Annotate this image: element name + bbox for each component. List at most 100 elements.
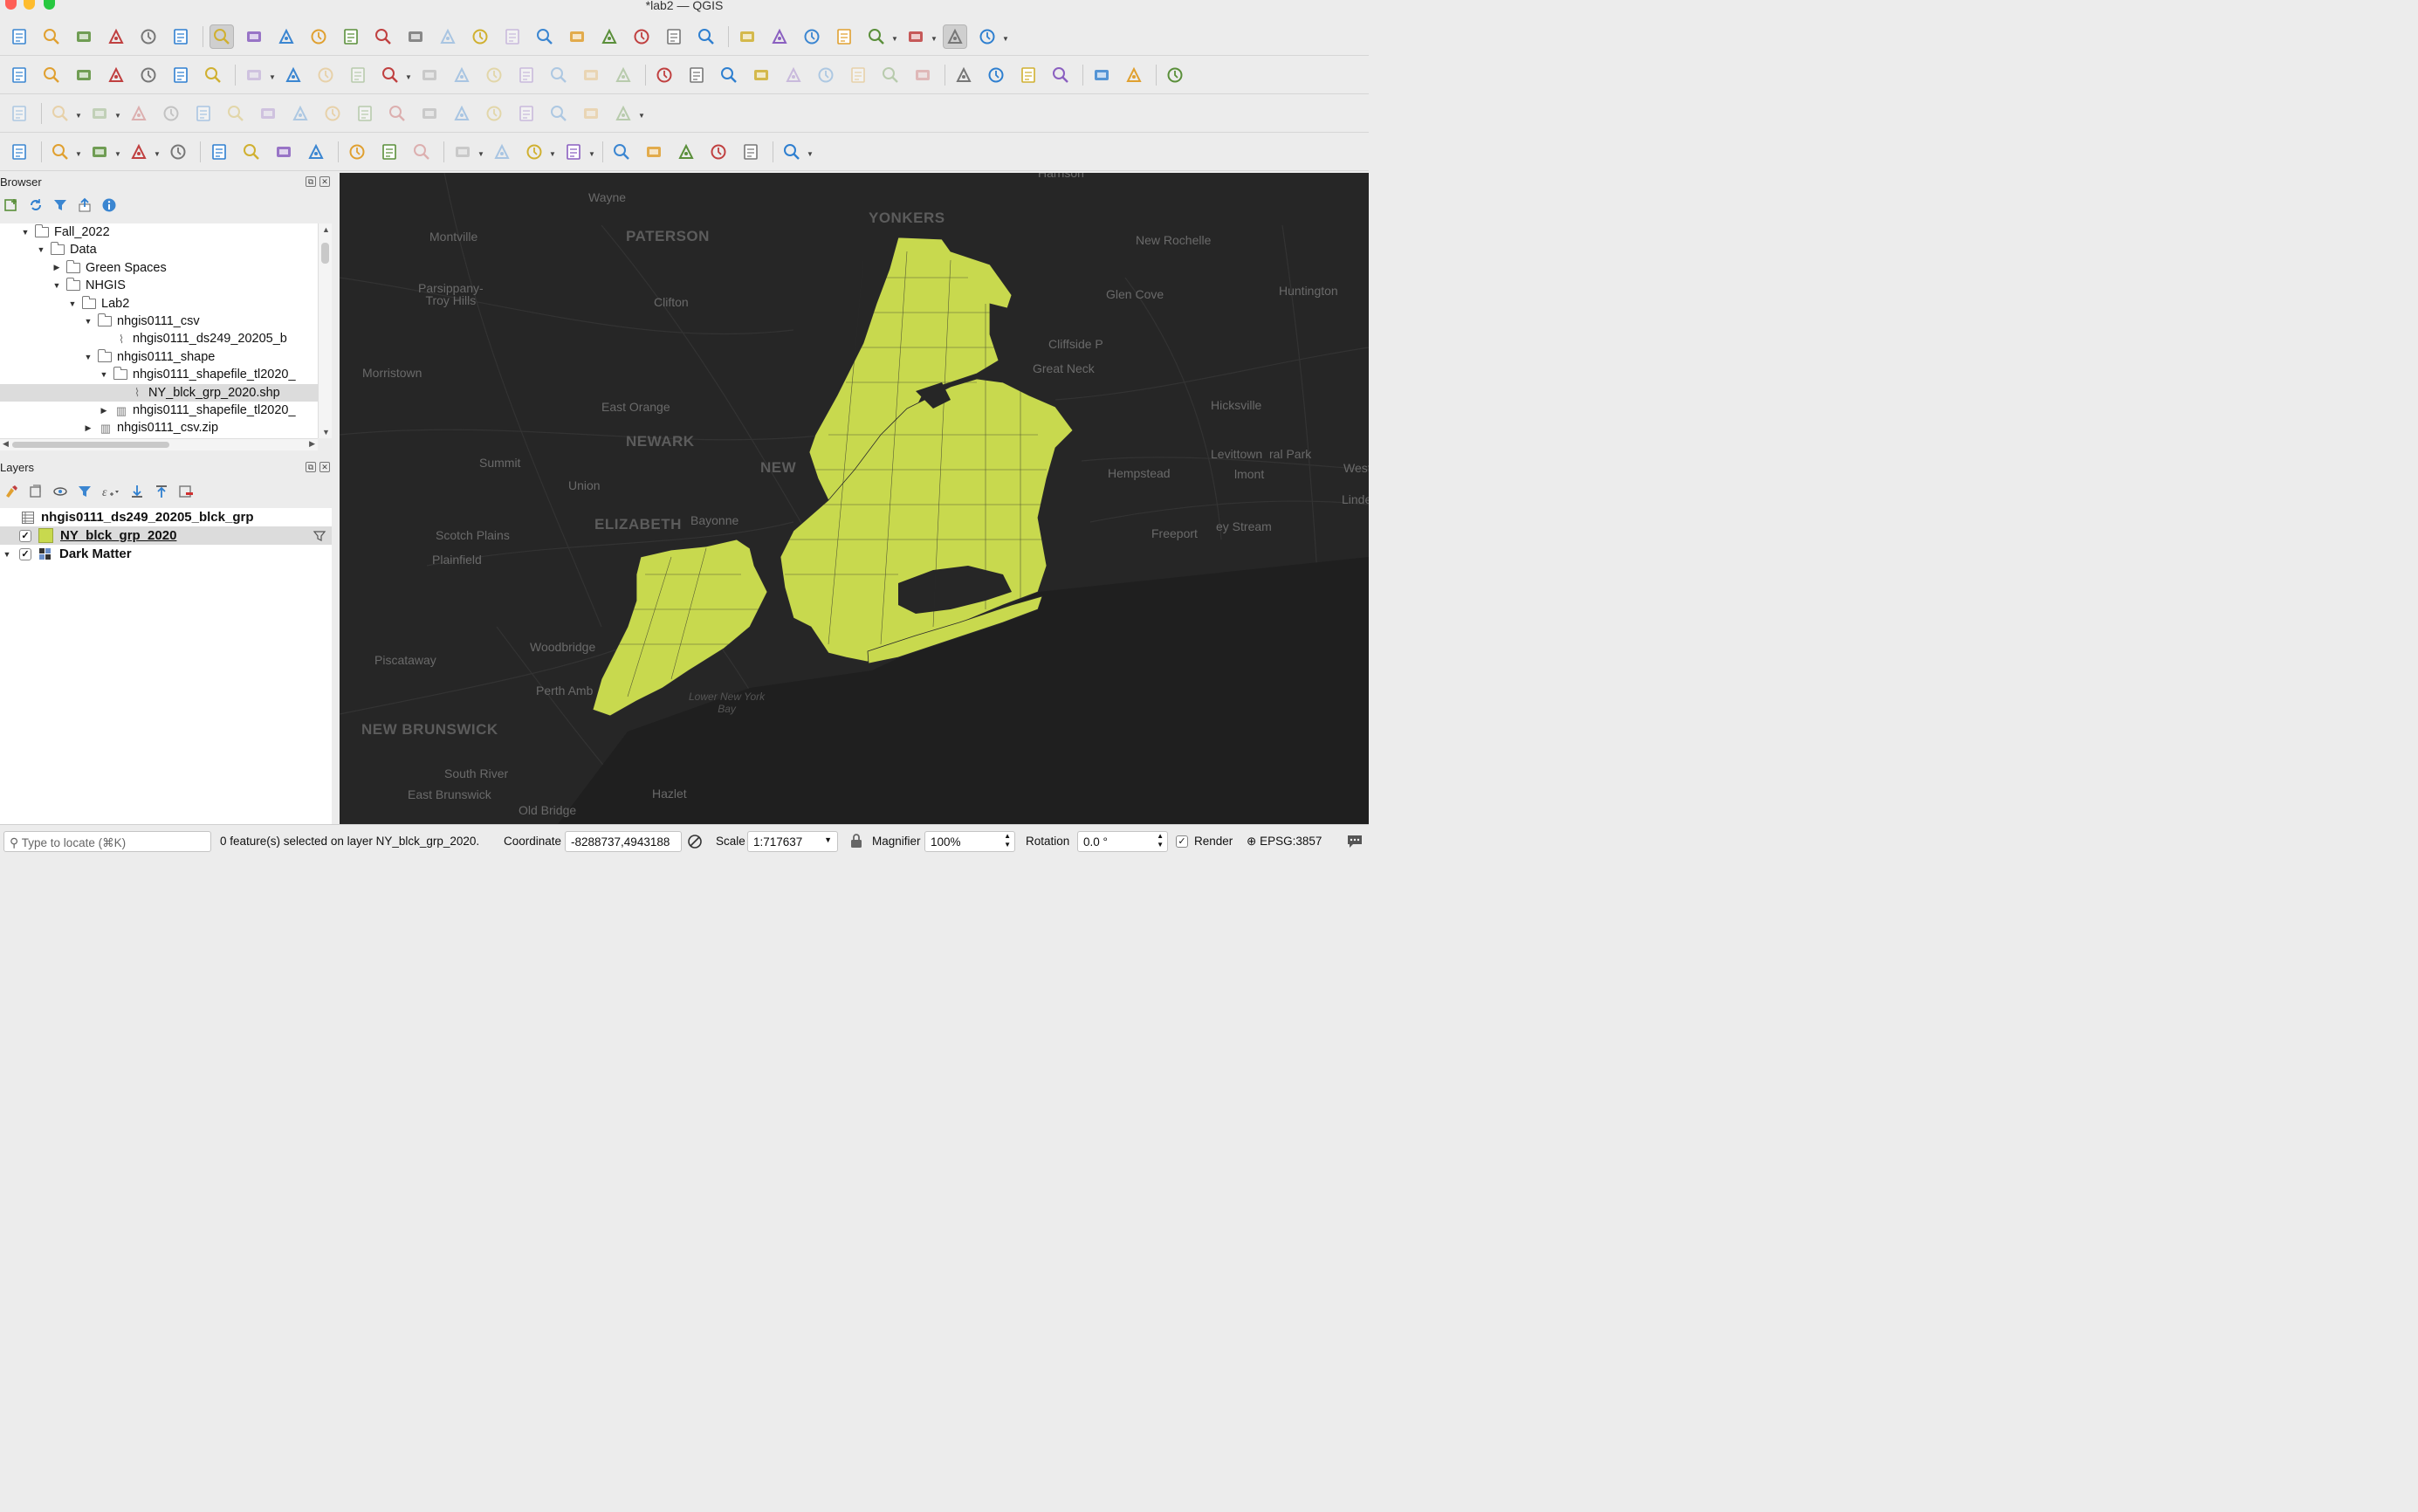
collapse-arrow-icon[interactable]: ▼ [37, 245, 45, 254]
scroll-right-icon[interactable]: ▶ [309, 439, 315, 449]
identify-icon[interactable] [735, 24, 759, 49]
highlight-labels-icon[interactable] [749, 63, 773, 87]
chevron-down-icon[interactable]: ▼ [807, 150, 814, 158]
new-geopackage-layer-icon[interactable] [39, 63, 64, 87]
manage-visibility-icon[interactable] [52, 484, 68, 499]
browser-tree-item[interactable]: ▶ ▥ nhgis0111_shapefile_tl2020_ [0, 402, 318, 419]
help-icon[interactable] [1163, 63, 1187, 87]
graph-icon[interactable] [1122, 63, 1146, 87]
chevron-down-icon[interactable]: ▼ [269, 73, 276, 81]
zoom-next-icon[interactable] [500, 24, 525, 49]
collapse-arrow-icon[interactable]: ▼ [21, 228, 30, 237]
open-layer-styling-icon[interactable] [3, 484, 19, 499]
browser-tree[interactable]: ▼ Fall_2022 ▼ Data ▶ Green Spaces ▼ NHGIS ▼ Lab2 ▼… [0, 223, 318, 438]
web-plugin-icon[interactable] [1048, 63, 1073, 87]
attribute-table-icon[interactable] [767, 24, 792, 49]
toggle-extents-icon[interactable] [686, 833, 704, 850]
add-selected-layers-icon[interactable] [3, 197, 19, 213]
browser-horizontal-scrollbar[interactable]: ◀ ▶ [0, 438, 318, 450]
copy-features-icon[interactable] [514, 63, 539, 87]
float-panel-icon[interactable]: ⧉ [306, 176, 316, 187]
crs-button[interactable]: ⊕ EPSG:3857 [1247, 835, 1322, 849]
reshape-features-icon[interactable] [385, 101, 409, 126]
chevron-down-icon[interactable]: ▼ [114, 150, 121, 158]
expand-all-icon[interactable] [129, 484, 145, 499]
collapse-all-layers-icon[interactable] [154, 484, 169, 499]
add-ring-icon[interactable] [223, 101, 248, 126]
label-tool-4-icon[interactable] [878, 63, 903, 87]
messages-icon[interactable] [1346, 833, 1364, 849]
trace-icon[interactable] [207, 140, 231, 164]
collapse-arrow-icon[interactable]: ▼ [84, 353, 93, 361]
delete-selected-icon[interactable] [450, 63, 474, 87]
pan-to-selection-icon[interactable] [242, 24, 266, 49]
new-bookmark-icon[interactable] [597, 24, 622, 49]
vertex-tool-icon[interactable] [378, 63, 402, 87]
toggle-editing-icon[interactable] [281, 63, 306, 87]
filter-browser-icon[interactable] [52, 197, 68, 213]
lock-scale-icon[interactable] [849, 833, 863, 849]
new-3d-view-icon[interactable] [565, 24, 589, 49]
node-select-icon[interactable] [450, 140, 475, 164]
expand-arrow-icon[interactable]: ▶ [100, 406, 108, 416]
chevron-down-icon[interactable]: ▼ [549, 150, 556, 158]
layer-filter-icon[interactable] [313, 529, 326, 543]
new-print-layout-icon[interactable] [104, 24, 128, 49]
filter-legend-icon[interactable] [77, 484, 93, 499]
pin-labels-icon[interactable] [717, 63, 741, 87]
node-connect-icon[interactable] [674, 140, 698, 164]
save-project-icon[interactable] [72, 24, 96, 49]
diagram-icon[interactable] [684, 63, 709, 87]
chevron-down-icon[interactable]: ▼ [931, 35, 938, 43]
browser-tree-item[interactable]: ▼ Fall_2022 [0, 223, 318, 241]
python-icon[interactable] [1089, 63, 1114, 87]
multi-line-icon[interactable] [239, 140, 264, 164]
chevron-down-icon[interactable]: ▼ [405, 73, 412, 81]
add-feature-icon[interactable] [346, 63, 370, 87]
zoom-full-icon[interactable] [339, 24, 363, 49]
reshape-icon[interactable] [87, 101, 112, 126]
style-manager-icon[interactable] [168, 24, 193, 49]
label-tool-2-icon[interactable] [814, 63, 838, 87]
parallel-icon[interactable] [271, 140, 296, 164]
star-add-icon[interactable] [706, 140, 731, 164]
scroll-thumb[interactable] [321, 243, 329, 264]
chevron-down-icon[interactable]: ▼ [75, 112, 82, 120]
chevron-down-icon[interactable]: ▼ [477, 150, 484, 158]
scale-combobox[interactable]: 1:717637 ▼ [747, 831, 838, 852]
delete-part-icon[interactable] [353, 101, 377, 126]
grid-icon[interactable] [490, 140, 514, 164]
select-features-icon[interactable] [48, 140, 72, 164]
show-bookmarks-icon[interactable] [629, 24, 654, 49]
deselect-icon[interactable] [127, 140, 151, 164]
offset-curve-icon[interactable] [417, 101, 442, 126]
new-map-view-icon[interactable] [532, 24, 557, 49]
rotate-point-icon[interactable] [579, 101, 603, 126]
magnifier-spinbox[interactable]: 100% ▲ ▼ [924, 831, 1015, 852]
merge-features-icon[interactable] [514, 101, 539, 126]
browser-tree-item[interactable]: ▼ nhgis0111_csv [0, 313, 318, 330]
label-abc-icon[interactable] [652, 63, 677, 87]
new-spatialite-layer-icon[interactable] [168, 63, 193, 87]
chevron-down-icon[interactable]: ▼ [824, 835, 832, 844]
collapse-arrow-icon[interactable]: ▼ [100, 370, 108, 379]
scroll-down-icon[interactable]: ▼ [322, 428, 330, 436]
processing-toolbox-icon[interactable] [800, 24, 824, 49]
checker-2-icon[interactable] [377, 140, 402, 164]
browser-tree-item[interactable]: ▼ nhgis0111_shapefile_tl2020_ [0, 366, 318, 383]
refresh-icon[interactable] [28, 197, 44, 213]
select-all-icon[interactable] [166, 140, 190, 164]
add-part-icon[interactable] [256, 101, 280, 126]
filter-by-expression-icon[interactable]: ε [101, 484, 120, 499]
new-project-icon[interactable] [7, 24, 31, 49]
browser-tree-item[interactable]: ▼ nhgis0111_shape [0, 348, 318, 366]
label-move-icon[interactable] [561, 140, 586, 164]
zoom-native-icon[interactable] [436, 24, 460, 49]
add-group-icon[interactable] [28, 484, 44, 499]
temporal-controller-icon[interactable] [662, 24, 686, 49]
layer-item-ny-blck-grp[interactable]: ✓ NY_blck_grp_2020 [0, 526, 332, 545]
new-shapefile-layer-icon[interactable] [72, 63, 96, 87]
scroll-left-icon[interactable]: ◀ [3, 439, 9, 449]
info-icon[interactable] [101, 197, 117, 213]
open-project-icon[interactable] [39, 24, 64, 49]
